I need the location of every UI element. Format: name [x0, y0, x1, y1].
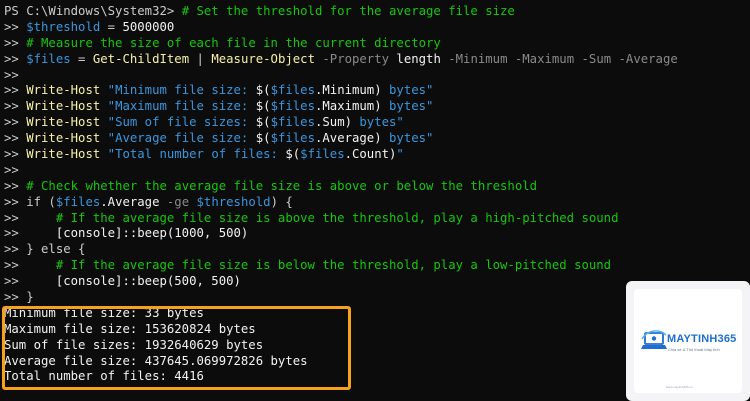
console-line: >> $threshold = 5000000	[4, 20, 750, 36]
console-token: $files	[270, 131, 315, 146]
console-token: Write-Host	[26, 131, 101, 146]
console-token: -Property	[314, 51, 397, 66]
console-token: >>	[4, 226, 56, 241]
console-line: >> # If the average file size is above t…	[4, 211, 750, 227]
console-token: .Count)	[344, 147, 397, 162]
console-token: "	[396, 147, 404, 162]
console-token: .Average	[100, 194, 167, 209]
console-token: -Minimum -Maximum -Sum -Average	[440, 51, 678, 66]
console-token: >>	[4, 131, 27, 146]
console-token: >>	[4, 258, 56, 273]
console-token: bytes"	[359, 115, 404, 130]
console-token: Write-Host	[26, 83, 101, 98]
watermark-tagline: Chia sẻ & Thủ thuật Máy tính	[668, 347, 720, 352]
console-token: ) {	[270, 194, 293, 209]
console-token: Write-Host	[26, 147, 101, 162]
console-line: >> # If the average file size is below t…	[4, 258, 750, 274]
console-token: "Minimum file size:	[100, 83, 256, 98]
console-token: $files	[270, 83, 315, 98]
console-token: bytes"	[389, 83, 434, 98]
console-token: >>	[4, 115, 27, 130]
console-line: >> Write-Host "Sum of file sizes: $($fil…	[4, 115, 750, 131]
console-token: length	[396, 51, 441, 66]
console-token: .Maximum)	[314, 99, 390, 114]
console-token: >>	[4, 67, 19, 82]
console-token: .Minimum)	[314, 83, 390, 98]
watermark-footer: www.maytinh365.vn	[666, 385, 693, 389]
console-token: bytes"	[389, 131, 434, 146]
laptop-swoosh-logo-icon	[641, 330, 667, 349]
console-token: >> } else {	[4, 242, 86, 257]
console-line: >> # Check whether the average file size…	[4, 179, 750, 195]
console-token: .Sum)	[314, 115, 360, 130]
watermark-brand-name: MAYTINH365	[667, 333, 737, 345]
console-token: |	[189, 51, 212, 66]
console-line: >> [console]::beep(1000, 500)	[4, 226, 750, 242]
console-token: >>	[4, 19, 27, 34]
console-token: "Maximum file size:	[100, 99, 256, 114]
console-token: $(	[255, 115, 271, 130]
console-token: Get-ChildItem	[92, 51, 190, 66]
console-token: >> }	[4, 290, 34, 305]
console-token: $threshold	[196, 194, 271, 209]
console-token: $(	[285, 147, 301, 162]
console-token: >>	[4, 147, 27, 162]
console-token: .Average)	[314, 131, 390, 146]
console-token: "Sum of file sizes:	[100, 115, 256, 130]
console-token: $files	[270, 115, 315, 130]
console-token: $(	[255, 131, 271, 146]
console-line: >> # Measure the size of each file in th…	[4, 36, 750, 52]
console-token: [console]::beep(1000, 500)	[55, 226, 249, 241]
console-token: $(	[255, 83, 271, 98]
console-token: $files	[26, 51, 71, 66]
console-line: >> if ($files.Average -ge $threshold) {	[4, 195, 750, 211]
console-token: "Average file size:	[100, 131, 256, 146]
watermark-logo-card: MAYTINH365 Chia sẻ & Thủ thuật Máy tính …	[626, 281, 750, 401]
console-token: >>	[4, 51, 27, 66]
console-token: # If the average file size is above the …	[55, 210, 619, 225]
console-token: # Check whether the average file size is…	[26, 178, 538, 193]
console-token: Measure-Object	[211, 51, 315, 66]
console-token: -ge	[166, 194, 197, 209]
watermark-logo-inner: MAYTINH365 Chia sẻ & Thủ thuật Máy tính …	[634, 289, 742, 393]
console-token: Write-Host	[26, 115, 101, 130]
console-token: # If the average file size is below the …	[55, 258, 612, 273]
console-token: "Total number of files:	[100, 147, 286, 162]
console-token: $threshold	[26, 19, 101, 34]
console-line: >> Write-Host "Maximum file size: $($fil…	[4, 99, 750, 115]
console-token: # Set the threshold for the average file…	[181, 4, 515, 18]
console-line: >> Write-Host "Total number of files: $(…	[4, 147, 750, 163]
console-token: >>	[4, 83, 27, 98]
console-token: PS C:\Windows\System32>	[4, 4, 182, 18]
console-line: >> $files = Get-ChildItem | Measure-Obje…	[4, 52, 750, 68]
console-token: [console]::beep(500, 500)	[55, 274, 241, 289]
console-token: =	[100, 19, 123, 34]
console-token: >>	[4, 99, 27, 114]
console-token: bytes"	[389, 99, 434, 114]
console-token: >>	[4, 274, 56, 289]
console-line: PS C:\Windows\System32> # Set the thresh…	[4, 4, 750, 20]
console-token: Write-Host	[26, 99, 101, 114]
console-token: =	[70, 51, 93, 66]
console-line: >> Write-Host "Minimum file size: $($fil…	[4, 83, 750, 99]
console-token: >>	[4, 210, 56, 225]
console-line: >>	[4, 163, 750, 179]
console-token: >>	[4, 194, 27, 209]
console-token: $files	[300, 147, 345, 162]
console-token: 5000000	[122, 19, 175, 34]
console-token: $files	[55, 194, 101, 209]
console-token: >>	[4, 35, 27, 50]
console-token: >>	[4, 162, 19, 177]
console-token: $files	[270, 99, 315, 114]
console-line: >>	[4, 68, 750, 84]
console-token: $(	[255, 99, 271, 114]
output-highlight-box	[2, 306, 351, 390]
console-token: # Measure the size of each file in the c…	[26, 35, 441, 50]
console-token: if (	[26, 194, 56, 209]
console-line: >> Write-Host "Average file size: $($fil…	[4, 131, 750, 147]
console-token: >>	[4, 178, 27, 193]
console-line: >> } else {	[4, 242, 750, 258]
